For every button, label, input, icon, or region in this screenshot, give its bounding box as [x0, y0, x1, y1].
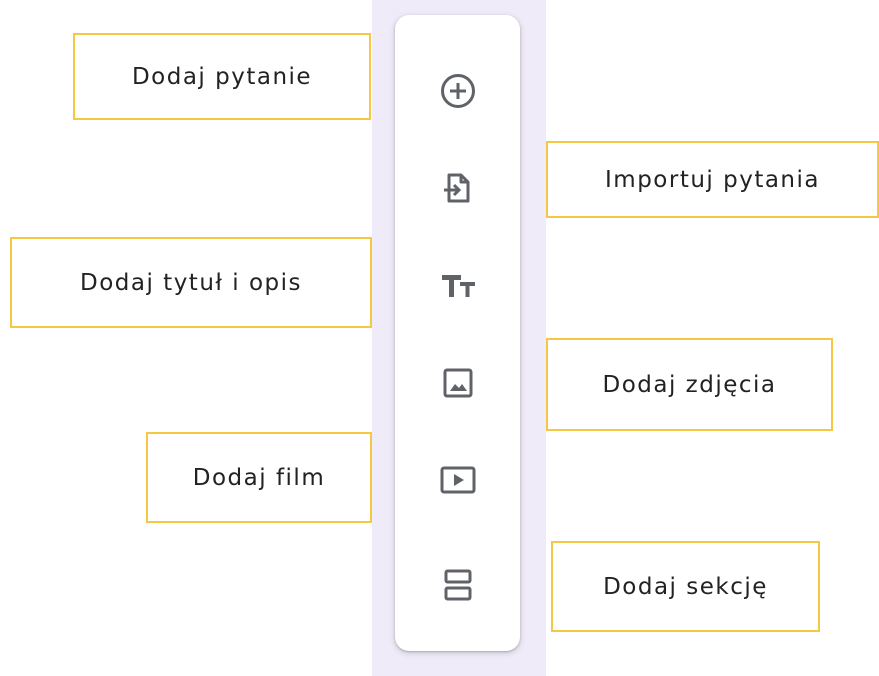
callout-label: Dodaj zdjęcia [602, 371, 777, 398]
callout-label: Importuj pytania [605, 166, 820, 193]
image-icon [443, 368, 473, 398]
callout-add-title: Dodaj tytuł i opis [10, 237, 372, 328]
add-circle-icon [441, 74, 475, 108]
import-file-icon [444, 173, 470, 203]
callout-add-question: Dodaj pytanie [73, 33, 371, 120]
add-question-button[interactable] [430, 63, 486, 119]
add-image-button[interactable] [430, 355, 486, 411]
add-video-button[interactable] [430, 452, 486, 508]
video-icon [440, 466, 476, 494]
callout-add-video: Dodaj film [146, 432, 372, 523]
callout-import-questions: Importuj pytania [546, 141, 879, 218]
callout-label: Dodaj pytanie [131, 63, 313, 90]
callout-add-section: Dodaj sekcję [551, 541, 820, 632]
import-questions-button[interactable] [430, 160, 486, 216]
title-text-icon [442, 275, 475, 297]
section-icon [444, 569, 472, 601]
callout-label: Dodaj tytuł i opis [80, 269, 302, 296]
annotated-toolbar-figure: Dodaj pytanie Importuj pytania Dodaj tyt… [0, 0, 879, 676]
callout-label: Dodaj sekcję [603, 573, 768, 600]
add-title-button[interactable] [430, 257, 486, 313]
floating-toolbar [395, 15, 520, 651]
callout-add-image: Dodaj zdjęcia [546, 338, 833, 431]
callout-label: Dodaj film [192, 464, 326, 491]
add-section-button[interactable] [430, 557, 486, 613]
